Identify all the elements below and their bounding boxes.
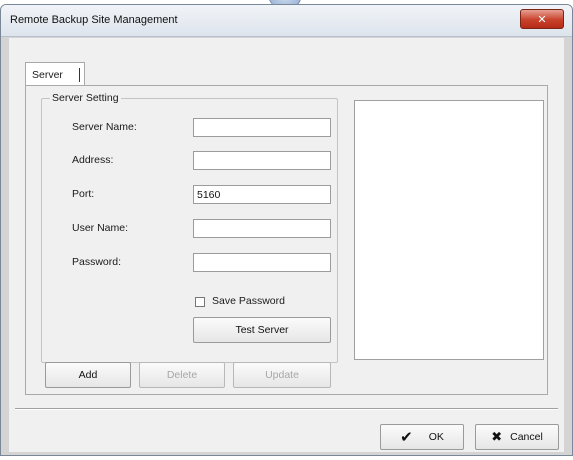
- save-password-checkbox[interactable]: [195, 297, 205, 307]
- port-input[interactable]: [193, 185, 331, 204]
- cancel-button[interactable]: ✖ Cancel: [475, 424, 559, 450]
- dialog-client-area: Server Server Setting Server Name: Addre…: [9, 38, 564, 452]
- server-setting-group: Server Setting Server Name: Address: Por…: [41, 92, 338, 363]
- tab-panel-server: Server Setting Server Name: Address: Por…: [25, 85, 548, 395]
- window-title: Remote Backup Site Management: [10, 14, 178, 26]
- group-legend: Server Setting: [50, 92, 121, 104]
- ok-button[interactable]: ✔ OK: [380, 424, 464, 450]
- password-input[interactable]: [193, 253, 331, 272]
- address-label: Address:: [72, 154, 114, 166]
- address-input[interactable]: [193, 151, 331, 170]
- close-button[interactable]: ✕: [520, 9, 564, 29]
- server-name-label: Server Name:: [72, 121, 137, 133]
- add-button[interactable]: Add: [45, 362, 131, 388]
- user-name-input[interactable]: [193, 219, 331, 238]
- delete-button: Delete: [139, 362, 225, 388]
- cancel-label: Cancel: [510, 431, 543, 443]
- x-icon: ✖: [491, 429, 503, 445]
- ok-label: OK: [428, 431, 444, 443]
- tab-server[interactable]: Server: [25, 62, 85, 86]
- update-button: Update: [233, 362, 331, 388]
- port-label: Port:: [72, 188, 95, 200]
- test-server-button[interactable]: Test Server: [193, 317, 331, 343]
- server-name-input[interactable]: [193, 118, 331, 137]
- save-password-label[interactable]: Save Password: [212, 295, 285, 307]
- footer-divider: [15, 408, 558, 410]
- password-label: Password:: [72, 256, 122, 268]
- dialog-window: Remote Backup Site Management ✕ Server S…: [0, 4, 573, 456]
- checkmark-icon: ✔: [400, 428, 413, 446]
- close-icon: ✕: [537, 12, 547, 26]
- title-bar: Remote Backup Site Management ✕: [1, 5, 572, 37]
- user-name-label: User Name:: [72, 222, 129, 234]
- server-list-panel[interactable]: [354, 100, 544, 360]
